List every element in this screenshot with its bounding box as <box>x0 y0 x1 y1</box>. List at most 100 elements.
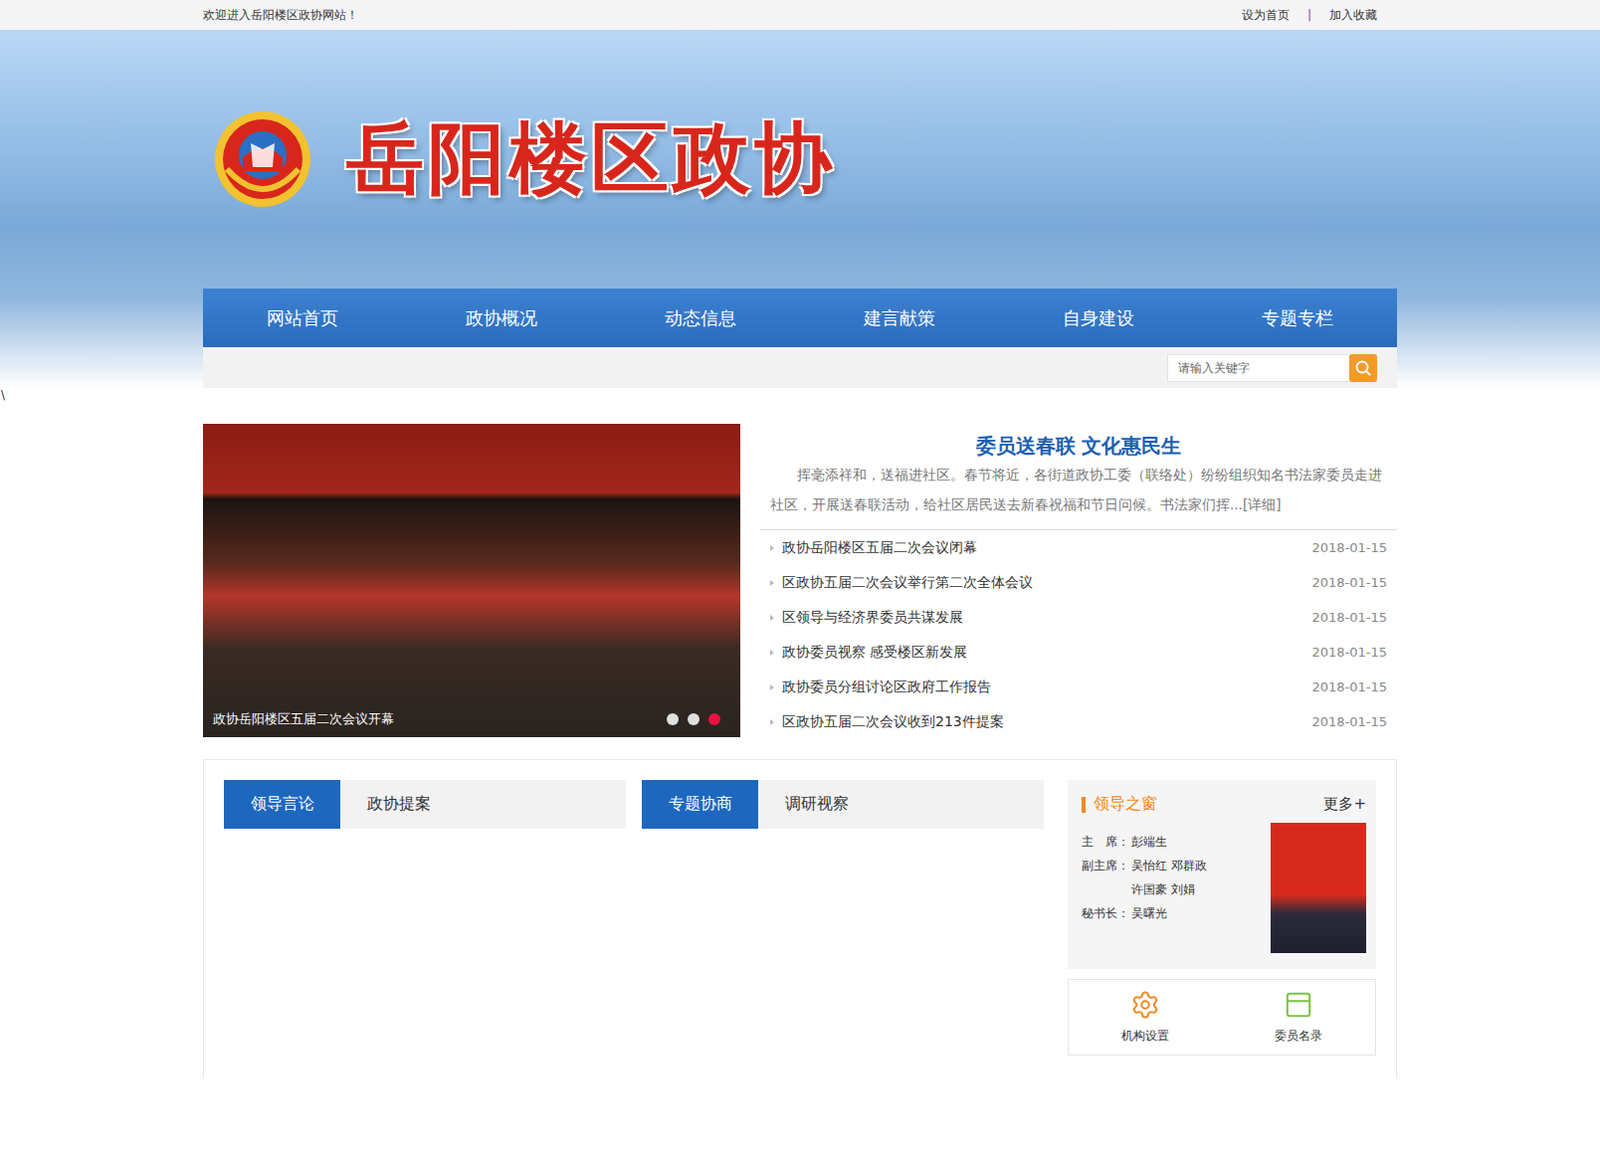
tab[interactable]: 领导言论 <box>223 780 341 829</box>
nav-item[interactable]: 专题专栏 <box>1198 288 1398 348</box>
nav-item[interactable]: 建言献策 <box>800 288 1000 348</box>
leader-label: 秘书长： <box>1081 904 1132 923</box>
news-title[interactable]: 政协岳阳楼区五届二次会议闭幕 <box>782 539 978 558</box>
news-title[interactable]: 区政协五届二次会议收到213件提案 <box>782 713 1004 732</box>
leader-title: 领导之窗 <box>1081 794 1158 815</box>
bullet-icon <box>770 580 775 587</box>
header-inner: 岳阳楼区政协网站首页政协概况动态信息建言献策自身建设专题专栏 <box>202 29 1398 389</box>
news-item-left: 区政协五届二次会议收到213件提案 <box>770 713 1004 732</box>
news-title[interactable]: 区政协五届二次会议举行第二次全体会议 <box>782 574 1033 593</box>
quick-link[interactable]: 机构设置 <box>1068 980 1222 1055</box>
search-icon <box>1354 359 1373 378</box>
more-link[interactable]: 更多+ <box>1323 795 1367 814</box>
news-title[interactable]: 区领导与经济界委员共谋发展 <box>782 608 964 627</box>
news-title[interactable]: 政协委员分组讨论区政府工作报告 <box>782 678 992 697</box>
news-date: 2018-01-15 <box>1311 540 1388 556</box>
headline-summary: 挥毫添祥和，送福进社区。春节将近，各街道政协工委（联络处）纷纷组织知名书法家委员… <box>760 459 1398 520</box>
leader-rows: 主 席：彭端生副主席：吴怡红 邓群政许国豪 刘娟秘书长：吴曙光 <box>1081 822 1207 923</box>
top-link[interactable]: 设为首页 <box>1241 6 1290 24</box>
photo-slider[interactable]: 政协岳阳楼区五届二次会议开幕 <box>202 423 741 738</box>
leader-row: 秘书长：吴曙光 <box>1081 904 1207 923</box>
main-row: 政协岳阳楼区五届二次会议开幕委员送春联 文化惠民生挥毫添祥和，送福进社区。春节将… <box>202 423 1398 740</box>
news-item-left: 政协委员分组讨论区政府工作报告 <box>770 678 992 697</box>
bullet-icon <box>770 649 775 656</box>
detail-link[interactable]: [详细] <box>1242 496 1282 513</box>
page: 欢迎进入岳阳楼区政协网站！ 设为首页 | 加入收藏岳阳楼区政协网站首页政协概况动态信息… <box>0 0 1600 1119</box>
leader-names: 彭端生 <box>1131 832 1207 851</box>
leader-names: 吴曙光 <box>1131 904 1207 923</box>
news-item-left: 政协委员视察 感受楼区新发展 <box>770 643 968 662</box>
leader-name: 吴曙光 <box>1131 904 1207 923</box>
leader-name: 吴怡红 邓群政 <box>1131 856 1207 875</box>
logo-row: 岳阳楼区政协 <box>202 29 1398 289</box>
nav-item[interactable]: 政协概况 <box>401 288 601 348</box>
search-row <box>202 347 1398 389</box>
leader-row: 主 席：彭端生 <box>1081 832 1207 851</box>
news-item[interactable]: 政协岳阳楼区五届二次会议闭幕 2018-01-15 <box>760 530 1398 566</box>
news-item[interactable]: 政协委员分组讨论区政府工作报告 2018-01-15 <box>760 669 1398 705</box>
site-title: 岳阳楼区政协 <box>346 107 836 212</box>
leader-names: 吴怡红 邓群政许国豪 刘娟 <box>1131 856 1207 899</box>
top-link-separator: | <box>1307 7 1312 22</box>
search-box <box>1167 354 1378 383</box>
quick-links: 机构设置 委员名录 <box>1067 979 1377 1056</box>
side-column: 领导之窗更多+主 席：彭端生副主席：吴怡红 邓群政许国豪 刘娟秘书长：吴曙光机构… <box>1067 780 1377 1056</box>
window-icon <box>1283 990 1314 1020</box>
news-date: 2018-01-15 <box>1311 609 1388 625</box>
leader-name: 许国豪 刘娟 <box>1131 880 1207 899</box>
news-item-left: 政协岳阳楼区五届二次会议闭幕 <box>770 539 978 558</box>
bullet-icon <box>770 614 775 621</box>
tab[interactable]: 调研视察 <box>758 780 875 829</box>
quick-link-label: 机构设置 <box>1121 1027 1170 1045</box>
stray-text: \ <box>0 388 1600 424</box>
tab-bar: 领导言论政协提案 <box>223 780 626 829</box>
leader-label: 副主席： <box>1081 856 1132 899</box>
news-list: 政协岳阳楼区五届二次会议闭幕2018-01-15区政协五届二次会议举行第二次全体… <box>760 530 1398 740</box>
welcome-text: 欢迎进入岳阳楼区政协网站！ <box>202 6 359 24</box>
search-button[interactable] <box>1349 354 1378 383</box>
bullet-icon <box>770 684 775 691</box>
quick-link-label: 委员名录 <box>1274 1027 1323 1045</box>
nav-item[interactable]: 动态信息 <box>600 288 800 348</box>
news-item-left: 区政协五届二次会议举行第二次全体会议 <box>770 574 1033 593</box>
tab[interactable]: 政协提案 <box>340 780 457 829</box>
news-item[interactable]: 区领导与经济界委员共谋发展 2018-01-15 <box>760 600 1398 635</box>
headline-title[interactable]: 委员送春联 文化惠民生 <box>760 431 1398 460</box>
leader-photo <box>1270 822 1367 954</box>
nav-item[interactable]: 网站首页 <box>202 288 402 348</box>
leader-body: 主 席：彭端生副主席：吴怡红 邓群政许国豪 刘娟秘书长：吴曙光 <box>1081 822 1367 954</box>
tab[interactable]: 专题协商 <box>641 780 759 829</box>
slider-dot[interactable] <box>708 713 721 726</box>
news-column: 委员送春联 文化惠民生挥毫添祥和，送福进社区。春节将近，各街道政协工委（联络处）… <box>760 423 1398 740</box>
gear-icon <box>1130 990 1161 1020</box>
leader-label: 主 席： <box>1081 832 1132 851</box>
tab-bar: 专题协商调研视察 <box>641 780 1044 829</box>
title-bar-icon <box>1081 797 1086 813</box>
top-links: 设为首页 | 加入收藏 <box>1241 6 1398 24</box>
slider-dot[interactable] <box>687 713 700 726</box>
leader-panel: 领导之窗 更多+ 主 席：彭端生副主席：吴怡红 邓群政许国豪 刘娟秘书长：吴曙光 <box>1067 780 1377 970</box>
news-date: 2018-01-15 <box>1311 679 1388 695</box>
cppcc-emblem-icon <box>212 109 313 209</box>
leader-header: 领导之窗 更多+ <box>1081 794 1367 815</box>
bullet-icon <box>770 545 775 552</box>
bullet-icon <box>770 719 775 726</box>
bottom-section: 领导言论政协提案专题协商调研视察领导之窗更多+主 席：彭端生副主席：吴怡红 邓群… <box>202 759 1398 1079</box>
news-title[interactable]: 政协委员视察 感受楼区新发展 <box>782 643 968 662</box>
headline: 委员送春联 文化惠民生挥毫添祥和，送福进社区。春节将近，各街道政协工委（联络处）… <box>760 423 1398 531</box>
top-link[interactable]: 加入收藏 <box>1329 6 1378 24</box>
quick-link[interactable]: 委员名录 <box>1221 980 1376 1055</box>
tab-panel: 领导言论政协提案 <box>223 780 626 829</box>
main-nav: 网站首页政协概况动态信息建言献策自身建设专题专栏 <box>202 288 1398 348</box>
top-bar-inner: 欢迎进入岳阳楼区政协网站！ 设为首页 | 加入收藏 <box>202 0 1398 30</box>
news-item[interactable]: 政协委员视察 感受楼区新发展2018-01-15 <box>760 634 1398 670</box>
search-input[interactable] <box>1167 354 1350 383</box>
leader-row: 副主席：吴怡红 邓群政许国豪 刘娟 <box>1081 856 1207 899</box>
slider-dot[interactable] <box>666 713 679 726</box>
news-item[interactable]: 区政协五届二次会议收到213件提案2018-01-15 <box>760 704 1398 740</box>
news-item[interactable]: 区政协五届二次会议举行第二次全体会议 2018-01-15 <box>760 565 1398 600</box>
news-date: 2018-01-15 <box>1311 575 1388 591</box>
tab-panel: 专题协商调研视察 <box>641 780 1044 829</box>
nav-item[interactable]: 自身建设 <box>999 288 1199 348</box>
slider-dots <box>666 713 721 726</box>
